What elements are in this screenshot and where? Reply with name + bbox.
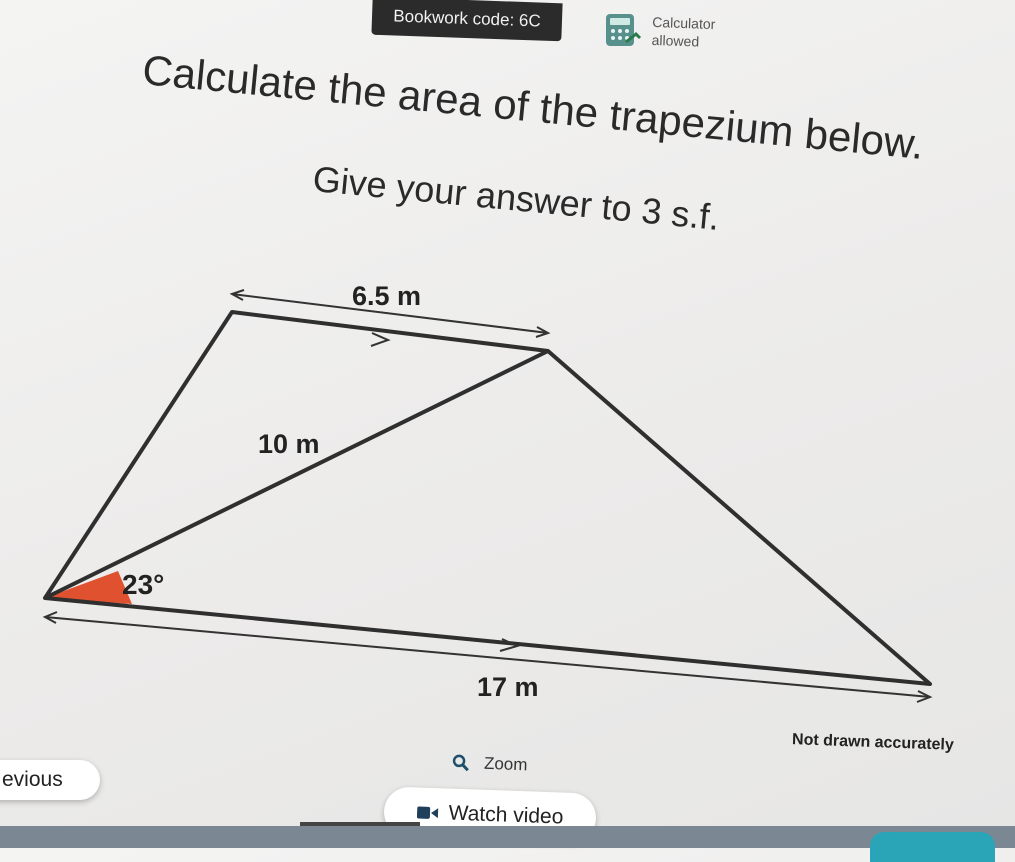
previous-label: evious bbox=[2, 768, 63, 791]
angle-label: 23° bbox=[122, 569, 164, 600]
bottom-bar bbox=[0, 826, 1015, 848]
bottom-side-label: 17 m bbox=[477, 672, 539, 702]
parallel-arrow-top bbox=[370, 332, 391, 347]
previous-button[interactable]: evious bbox=[0, 760, 100, 800]
zoom-button[interactable]: Zoom bbox=[452, 753, 528, 776]
top-side-label: 6.5 m bbox=[352, 281, 421, 311]
diagonal-label: 10 m bbox=[258, 429, 320, 459]
zoom-label: Zoom bbox=[483, 753, 528, 775]
trapezium-diagram: 6.5 m 10 m 23° 17 m bbox=[42, 281, 933, 703]
magnifier-icon bbox=[452, 754, 469, 772]
video-camera-icon bbox=[416, 806, 438, 819]
diagonal-line bbox=[44, 349, 549, 600]
answer-tab[interactable] bbox=[870, 832, 995, 862]
